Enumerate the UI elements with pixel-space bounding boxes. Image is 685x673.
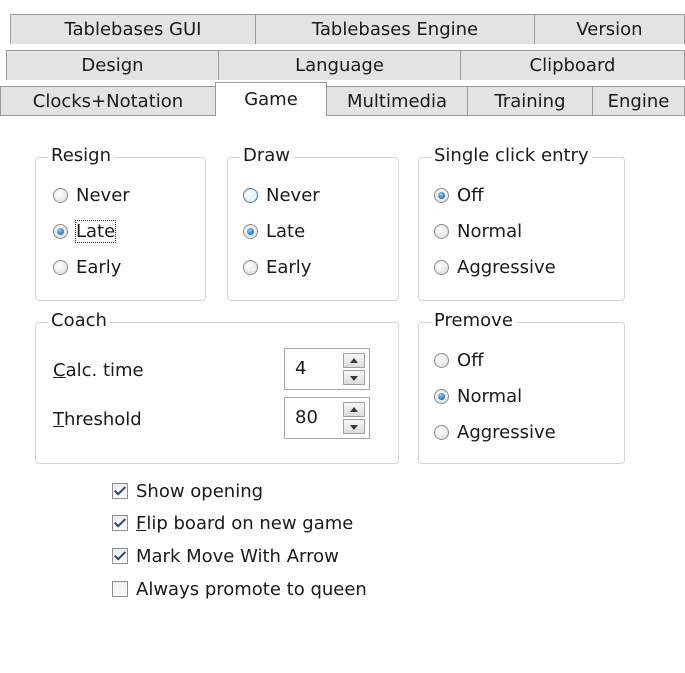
flip-board-label-text: lip board on new game — [146, 512, 354, 534]
radio-icon[interactable] — [53, 259, 68, 275]
draw-group-title: Draw — [240, 145, 294, 166]
tab-tablebases-gui[interactable]: Tablebases GUI — [10, 14, 256, 44]
tab-game[interactable]: Game — [215, 82, 327, 116]
calc-time-mnemonic: C — [53, 359, 66, 381]
spin-up-icon[interactable] — [343, 402, 365, 417]
radio-icon[interactable] — [53, 187, 68, 203]
threshold-label: Threshold — [53, 406, 142, 432]
calc-time-spinner[interactable]: 4 — [284, 348, 370, 390]
checkbox-checked-icon[interactable] — [112, 515, 128, 531]
draw-late-option[interactable]: Late — [243, 218, 305, 244]
single-click-aggressive-option[interactable]: Aggressive — [434, 254, 556, 280]
premove-off-label: Off — [457, 349, 484, 371]
spin-down-icon[interactable] — [343, 419, 365, 434]
premove-normal-label: Normal — [457, 385, 523, 407]
calc-time-value[interactable]: 4 — [295, 358, 306, 379]
show-opening-checkbox[interactable]: Show opening — [112, 478, 263, 504]
premove-group: Premove Off Normal Aggressive — [418, 310, 625, 464]
tab-language[interactable]: Language — [218, 50, 461, 80]
tab-training[interactable]: Training — [467, 86, 593, 116]
mark-move-with-arrow-label: Mark Move With Arrow — [136, 545, 339, 567]
resign-group-title: Resign — [48, 145, 114, 166]
always-promote-to-queen-checkbox[interactable]: Always promote to queen — [112, 576, 367, 602]
resign-group: Resign Never Late Early — [35, 145, 206, 301]
draw-early-label: Early — [266, 256, 312, 278]
draw-late-label: Late — [266, 220, 306, 242]
coach-group: Coach Calc. time 4 Threshold 80 — [35, 310, 399, 464]
tab-design[interactable]: Design — [6, 50, 219, 80]
resign-never-option[interactable]: Never — [53, 182, 130, 208]
mark-move-with-arrow-checkbox[interactable]: Mark Move With Arrow — [112, 543, 339, 569]
calc-time-label-text: alc. time — [65, 359, 144, 381]
tab-clocks-notation[interactable]: Clocks+Notation — [0, 86, 216, 116]
draw-group: Draw Never Late Early — [227, 145, 399, 301]
single-click-off-label: Off — [457, 184, 484, 206]
single-click-aggressive-label: Aggressive — [457, 256, 556, 278]
coach-group-title: Coach — [48, 310, 110, 331]
tab-row-3: Clocks+Notation Game Multimedia Training… — [0, 82, 685, 116]
premove-aggressive-label: Aggressive — [457, 421, 556, 443]
calc-time-spin-buttons — [343, 353, 365, 385]
premove-group-title: Premove — [431, 310, 516, 331]
calc-time-label: Calc. time — [53, 357, 144, 383]
premove-normal-option[interactable]: Normal — [434, 383, 522, 409]
draw-early-option[interactable]: Early — [243, 254, 311, 280]
always-promote-to-queen-label: Always promote to queen — [136, 578, 367, 600]
spin-up-icon[interactable] — [343, 353, 365, 368]
single-click-off-option[interactable]: Off — [434, 182, 484, 208]
tab-tablebases-engine[interactable]: Tablebases Engine — [255, 14, 535, 44]
flip-board-mnemonic: F — [136, 512, 147, 534]
tab-content-border — [0, 115, 685, 116]
flip-board-checkbox[interactable]: Flip board on new game — [112, 510, 353, 536]
radio-selected-icon[interactable] — [53, 223, 68, 239]
tab-engine[interactable]: Engine — [592, 86, 685, 116]
single-click-entry-title: Single click entry — [431, 145, 592, 166]
tab-row-2: Design Language Clipboard — [0, 50, 685, 80]
threshold-value[interactable]: 80 — [295, 407, 318, 428]
threshold-mnemonic: T — [53, 408, 64, 430]
tab-clipboard[interactable]: Clipboard — [460, 50, 685, 80]
threshold-spin-buttons — [343, 402, 365, 434]
radio-icon[interactable] — [243, 187, 258, 203]
checkbox-checked-icon[interactable] — [112, 548, 128, 564]
draw-never-option[interactable]: Never — [243, 182, 320, 208]
radio-selected-icon[interactable] — [434, 388, 449, 404]
radio-icon[interactable] — [434, 259, 449, 275]
threshold-label-text: hreshold — [64, 408, 142, 430]
resign-late-option[interactable]: Late — [53, 218, 117, 244]
radio-icon[interactable] — [243, 259, 258, 275]
threshold-spinner[interactable]: 80 — [284, 397, 370, 439]
radio-selected-icon[interactable] — [243, 223, 258, 239]
radio-icon[interactable] — [434, 223, 449, 239]
resign-early-label: Early — [76, 256, 122, 278]
tab-row-1: Tablebases GUI Tablebases Engine Version — [0, 14, 685, 44]
tab-multimedia[interactable]: Multimedia — [326, 86, 468, 116]
radio-selected-icon[interactable] — [434, 187, 449, 203]
show-opening-label: Show opening — [136, 480, 264, 502]
resign-late-label: Late — [74, 219, 117, 243]
premove-aggressive-option[interactable]: Aggressive — [434, 419, 556, 445]
checkbox-unchecked-icon[interactable] — [112, 581, 128, 597]
resign-never-label: Never — [76, 184, 130, 206]
single-click-entry-group: Single click entry Off Normal Aggressive — [418, 145, 625, 301]
radio-icon[interactable] — [434, 424, 449, 440]
single-click-normal-option[interactable]: Normal — [434, 218, 522, 244]
tab-version[interactable]: Version — [534, 14, 685, 44]
single-click-normal-label: Normal — [457, 220, 523, 242]
flip-board-label: Flip board on new game — [136, 513, 353, 534]
premove-off-option[interactable]: Off — [434, 347, 484, 373]
checkbox-checked-icon[interactable] — [112, 483, 128, 499]
resign-early-option[interactable]: Early — [53, 254, 121, 280]
radio-icon[interactable] — [434, 352, 449, 368]
draw-never-label: Never — [266, 184, 320, 206]
spin-down-icon[interactable] — [343, 370, 365, 385]
